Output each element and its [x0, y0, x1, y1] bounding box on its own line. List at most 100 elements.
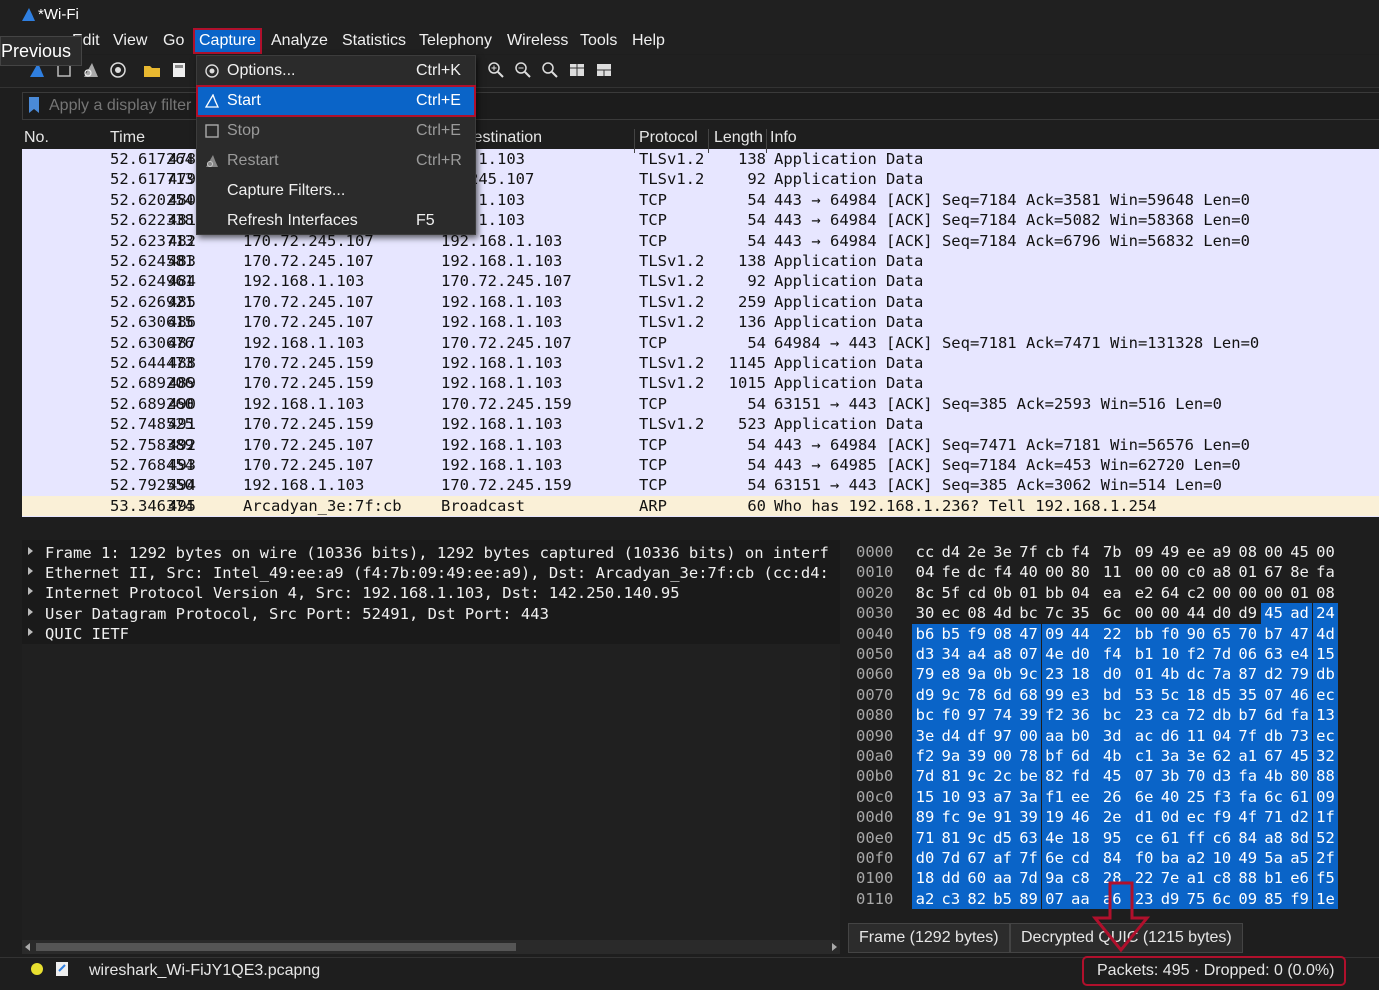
column-time[interactable]: Time	[110, 129, 145, 147]
hex-byte[interactable]: db	[1208, 705, 1235, 726]
menu-help[interactable]: Help	[628, 30, 669, 52]
hex-byte[interactable]: 4b	[1093, 746, 1132, 767]
hex-byte[interactable]: 73	[1286, 725, 1313, 746]
hex-byte[interactable]: db	[1312, 664, 1339, 685]
scroll-left-icon[interactable]	[25, 943, 30, 951]
hex-byte[interactable]: 35	[1067, 603, 1093, 623]
hex-byte[interactable]: f2	[1041, 705, 1068, 726]
hex-byte[interactable]: dc	[1183, 664, 1209, 685]
hex-byte[interactable]: 07	[1260, 684, 1287, 706]
hex-byte[interactable]: 32	[1312, 746, 1339, 767]
hex-byte[interactable]: c6	[1208, 827, 1235, 848]
hex-byte[interactable]: b5	[937, 623, 964, 644]
hex-row[interactable]: 0000 cc d4 2e 3e 7f cb f4 7b 09 49 ee a9 08 00 45 00	[848, 542, 1379, 562]
hex-byte[interactable]: 97	[963, 705, 990, 726]
hex-byte[interactable]: 3b	[1157, 766, 1183, 787]
hex-byte[interactable]: 1e	[1312, 888, 1339, 910]
hex-byte[interactable]: fa	[1286, 705, 1313, 726]
hex-byte[interactable]: f0	[1131, 848, 1158, 869]
menu-go[interactable]: Go	[159, 30, 188, 52]
hex-byte[interactable]: 00	[1131, 562, 1157, 582]
hex-byte[interactable]: d6	[1157, 725, 1183, 746]
hex-byte[interactable]: 45	[1286, 746, 1313, 767]
hex-byte[interactable]: d3	[1208, 766, 1235, 787]
hex-byte[interactable]: 3e	[912, 725, 938, 746]
hex-byte[interactable]: 30	[912, 603, 938, 623]
hex-byte[interactable]: 40	[1016, 562, 1042, 582]
hex-byte[interactable]: 00	[1015, 725, 1042, 746]
hex-row[interactable]: 0090 3e d4 df 97 00 aa b0 3d ac d6 11 04 7f db 73 ec	[848, 725, 1379, 746]
hex-byte[interactable]: 26	[1093, 786, 1132, 808]
hex-byte[interactable]: b6	[912, 623, 938, 644]
hex-byte[interactable]: 10	[1208, 848, 1235, 869]
hex-byte[interactable]: 65	[1208, 623, 1235, 644]
hex-byte[interactable]: 4f	[1234, 807, 1261, 828]
column-length[interactable]: Length	[714, 129, 763, 147]
hex-byte[interactable]: 97	[989, 725, 1016, 746]
hex-byte[interactable]: 84	[1093, 848, 1132, 869]
hex-byte[interactable]: 47	[1015, 623, 1042, 644]
hex-byte[interactable]: 7d	[937, 848, 964, 869]
bookmark-icon[interactable]	[29, 97, 39, 113]
hex-byte[interactable]: d2	[1286, 807, 1313, 828]
hex-byte[interactable]: 01	[1016, 583, 1042, 603]
hex-byte[interactable]: 81	[937, 827, 964, 848]
hex-byte[interactable]: 08	[964, 603, 990, 623]
hex-byte[interactable]: 2f	[1312, 848, 1339, 869]
hex-byte[interactable]: 68	[1015, 684, 1042, 706]
hex-byte[interactable]: 95	[1093, 827, 1132, 848]
hex-byte[interactable]: 79	[1286, 664, 1313, 685]
hex-byte[interactable]: a8	[1209, 562, 1235, 582]
hex-byte[interactable]: b1	[1131, 644, 1158, 665]
hex-byte[interactable]: 35	[1234, 684, 1261, 706]
hex-byte[interactable]: 7f	[1016, 542, 1042, 562]
hex-byte[interactable]: c3	[937, 888, 964, 910]
hex-byte[interactable]: 34	[937, 644, 964, 665]
expand-arrow-icon[interactable]	[28, 587, 33, 595]
hex-byte[interactable]: dc	[964, 562, 990, 582]
column-protocol[interactable]: Protocol	[639, 129, 698, 147]
hex-byte[interactable]: 85	[1260, 888, 1287, 910]
hex-byte[interactable]: 25	[1183, 786, 1209, 808]
hex-byte[interactable]: 3a	[1157, 746, 1183, 767]
table-row[interactable]: 484 52.624961 192.168.1.103 170.72.245.107 T…	[22, 271, 1379, 291]
table-row[interactable]: 483 52.624581 170.72.245.107 192.168.1.103 T…	[22, 251, 1379, 271]
hex-byte[interactable]: 00	[1131, 603, 1157, 623]
hex-byte[interactable]: f4	[1093, 644, 1132, 665]
hex-byte[interactable]: db	[1260, 725, 1287, 746]
menu-capture[interactable]: Capture	[193, 28, 262, 54]
hex-byte[interactable]: 2e	[1093, 807, 1132, 828]
hex-byte[interactable]: 45	[1093, 766, 1132, 787]
open-folder-icon[interactable]	[143, 61, 161, 79]
hex-row[interactable]: 0080 bc f0 97 74 39 f2 36 bc 23 ca 72 db b7 6d fa 13	[848, 705, 1379, 726]
hex-byte[interactable]: f5	[1312, 868, 1339, 889]
hex-byte[interactable]: 67	[1261, 562, 1287, 582]
hex-byte[interactable]: 49	[1157, 542, 1183, 562]
hex-row[interactable]: 0040 b6 b5 f9 08 47 09 44 22 bb f0 90 65 70 b7 47 4d	[848, 623, 1379, 644]
hex-byte[interactable]: 9c	[963, 766, 990, 787]
hex-byte[interactable]: a7	[989, 786, 1016, 808]
capture-menu-capture-filters[interactable]: Capture Filters...	[197, 176, 475, 206]
hex-byte[interactable]: ec	[1312, 684, 1339, 706]
hex-byte[interactable]: 61	[1286, 786, 1313, 808]
menu-statistics[interactable]: Statistics	[338, 30, 410, 52]
hex-byte[interactable]: 07	[1131, 766, 1158, 787]
hex-byte[interactable]: 8c	[912, 583, 938, 603]
hex-byte[interactable]: 89	[912, 807, 938, 828]
capture-menu-options[interactable]: Options... Ctrl+K	[197, 56, 475, 86]
hex-byte[interactable]: 01	[1287, 583, 1313, 603]
hex-byte[interactable]: df	[963, 725, 990, 746]
hex-byte[interactable]: dd	[937, 868, 964, 889]
hex-byte[interactable]: a8	[989, 644, 1016, 665]
hex-byte[interactable]: 91	[989, 807, 1016, 828]
hex-byte[interactable]: 93	[963, 786, 990, 808]
hex-byte[interactable]: 09	[1234, 888, 1261, 910]
hex-byte[interactable]: e8	[937, 664, 964, 685]
hex-byte[interactable]: 6e	[1131, 786, 1158, 808]
hex-byte[interactable]: 67	[963, 848, 990, 869]
hex-byte[interactable]: d0	[1209, 603, 1235, 623]
hex-byte[interactable]: 49	[1234, 848, 1261, 869]
hex-byte[interactable]: 9e	[963, 807, 990, 828]
hex-byte[interactable]: 4b	[1260, 766, 1287, 787]
hex-byte[interactable]: 07	[1041, 888, 1068, 910]
